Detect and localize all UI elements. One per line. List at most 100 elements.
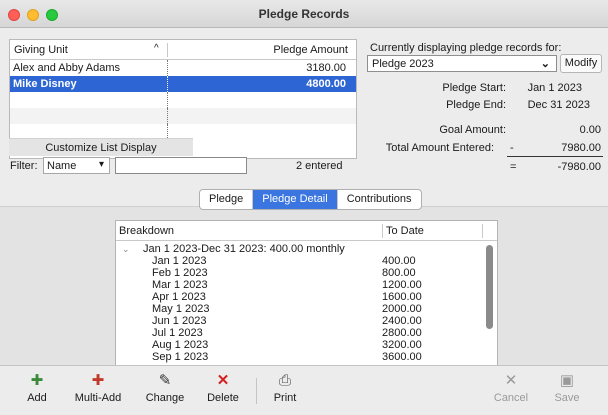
delete-x-icon: ✕ (216, 372, 230, 389)
cancel-label: Cancel (493, 392, 529, 404)
row-date: May 1 2023 (152, 303, 210, 315)
table-row[interactable]: Jun 1 2023 2400.00 (116, 315, 497, 327)
row-to-date: 1600.00 (382, 291, 422, 303)
detail-header: Breakdown To Date (116, 221, 497, 241)
list-header: Giving Unit ^ Pledge Amount (10, 40, 356, 60)
print-label: Print (273, 392, 297, 404)
giving-unit-name: Mike Disney (13, 78, 77, 90)
delete-button[interactable]: ✕ Delete (200, 366, 246, 415)
table-row[interactable]: Apr 1 2023 1600.00 (116, 291, 497, 303)
title-bar: Pledge Records (0, 0, 608, 28)
multi-add-icon: ✚ (91, 372, 105, 389)
row-to-date: 3200.00 (382, 339, 422, 351)
sum-underline (507, 156, 603, 157)
multi-add-button[interactable]: ✚ Multi-Add (66, 366, 130, 415)
row-date: Mar 1 2023 (152, 279, 208, 291)
column-divider (167, 92, 168, 108)
list-row[interactable]: Alex and Abby Adams 3180.00 (10, 60, 356, 76)
printer-icon: ⎙ (278, 372, 291, 389)
pledge-amount-column-header[interactable]: Pledge Amount (273, 44, 348, 56)
table-row[interactable]: Mar 1 2023 1200.00 (116, 279, 497, 291)
pledge-start-value: Jan 1 2023 (527, 82, 582, 94)
to-date-column-header[interactable]: To Date (386, 225, 424, 237)
row-date: Jul 1 2023 (152, 327, 203, 339)
filter-label: Filter: (10, 160, 38, 172)
column-divider (167, 108, 168, 124)
pledge-selected-value: Pledge 2023 (372, 58, 434, 70)
pledge-detail-table[interactable]: Breakdown To Date ⌄ Jan 1 2023-Dec 31 20… (115, 220, 498, 366)
modify-button[interactable]: Modify (560, 54, 602, 73)
column-divider (482, 224, 483, 238)
tab-pledge-detail[interactable]: Pledge Detail (253, 190, 338, 209)
chevron-down-icon: ▾ (98, 159, 104, 170)
goal-amount-value: 0.00 (579, 124, 601, 136)
cancel-button[interactable]: ✕ Cancel (484, 366, 538, 415)
pledge-start-label: Pledge Start: (442, 82, 506, 94)
tab-contributions[interactable]: Contributions (338, 190, 421, 209)
filter-selected-value: Name (47, 160, 77, 172)
pledge-start-label-text: Pledge Start: (442, 82, 506, 94)
row-to-date: 2400.00 (382, 315, 422, 327)
disclosure-chevron-icon[interactable]: ⌄ (122, 243, 130, 255)
row-to-date: 800.00 (382, 267, 416, 279)
pledge-end-label-text: Pledge End: (446, 99, 506, 111)
customize-list-display-button[interactable]: Customize List Display (9, 138, 193, 156)
goal-amount-label: Goal Amount: (439, 124, 506, 136)
print-button[interactable]: ⎙ Print (265, 366, 305, 415)
table-row[interactable]: Sep 1 2023 3600.00 (116, 351, 497, 363)
save-button[interactable]: ▣ Save (543, 366, 591, 415)
total-sign: - (510, 142, 514, 154)
row-date: Apr 1 2023 (152, 291, 206, 303)
row-to-date: 2000.00 (382, 303, 422, 315)
column-divider (382, 224, 383, 238)
pledge-select[interactable]: Pledge 2023 ⌄ (367, 55, 557, 72)
cancel-x-icon: ✕ (504, 372, 518, 389)
column-divider (167, 43, 168, 57)
list-row-empty (10, 92, 356, 108)
giving-unit-column-header[interactable]: Giving Unit (14, 44, 68, 56)
table-row[interactable]: Feb 1 2023 800.00 (116, 267, 497, 279)
save-icon: ▣ (559, 372, 575, 389)
giving-unit-name: Alex and Abby Adams (13, 62, 121, 74)
group-label: Jan 1 2023-Dec 31 2023: 400.00 monthly (143, 243, 345, 255)
column-divider (167, 60, 168, 76)
add-icon: ✚ (30, 372, 44, 389)
bottom-toolbar: ✚ Add ✚ Multi-Add ✎ Change ✕ Delete ⎙ Pr… (0, 365, 608, 415)
pledge-amount: 3180.00 (306, 62, 346, 74)
save-label: Save (554, 392, 580, 404)
breakdown-column-header[interactable]: Breakdown (119, 225, 174, 237)
detail-section: Pledge Pledge Detail Contributions Break… (0, 189, 608, 366)
filter-input[interactable] (115, 157, 247, 174)
row-to-date: 2800.00 (382, 327, 422, 339)
group-row[interactable]: ⌄ Jan 1 2023-Dec 31 2023: 400.00 monthly (116, 243, 497, 255)
filter-field-select[interactable]: Name ▾ (43, 157, 110, 174)
multi-add-label: Multi-Add (74, 392, 122, 404)
pledge-amount: 4800.00 (306, 78, 346, 90)
column-divider (167, 76, 168, 92)
row-date: Jun 1 2023 (152, 315, 207, 327)
result-sign: = (510, 161, 517, 173)
row-date: Jan 1 2023 (152, 255, 207, 267)
table-row[interactable]: May 1 2023 2000.00 (116, 303, 497, 315)
window-title: Pledge Records (258, 7, 350, 21)
row-to-date: 3600.00 (382, 351, 422, 363)
change-button[interactable]: ✎ Change (140, 366, 190, 415)
row-date: Sep 1 2023 (152, 351, 209, 363)
row-date: Feb 1 2023 (152, 267, 208, 279)
row-to-date: 1200.00 (382, 279, 422, 291)
total-amount-label: Total Amount Entered: (385, 142, 494, 154)
entered-count: 2 entered (296, 160, 343, 172)
add-button[interactable]: ✚ Add (18, 366, 56, 415)
pledge-end-value: Dec 31 2023 (527, 99, 590, 111)
vertical-scrollbar-thumb[interactable] (486, 245, 493, 329)
tab-pledge[interactable]: Pledge (200, 190, 254, 209)
table-row[interactable]: Aug 1 2023 3200.00 (116, 339, 497, 351)
add-label: Add (27, 392, 47, 404)
change-label: Change (145, 392, 185, 404)
row-date: Aug 1 2023 (152, 339, 209, 351)
table-row[interactable]: Jul 1 2023 2800.00 (116, 327, 497, 339)
delete-label: Delete (207, 392, 239, 404)
table-row[interactable]: Jan 1 2023 400.00 (116, 255, 497, 267)
list-row-selected[interactable]: Mike Disney 4800.00 (10, 76, 356, 92)
sort-ascending-icon: ^ (154, 43, 159, 54)
